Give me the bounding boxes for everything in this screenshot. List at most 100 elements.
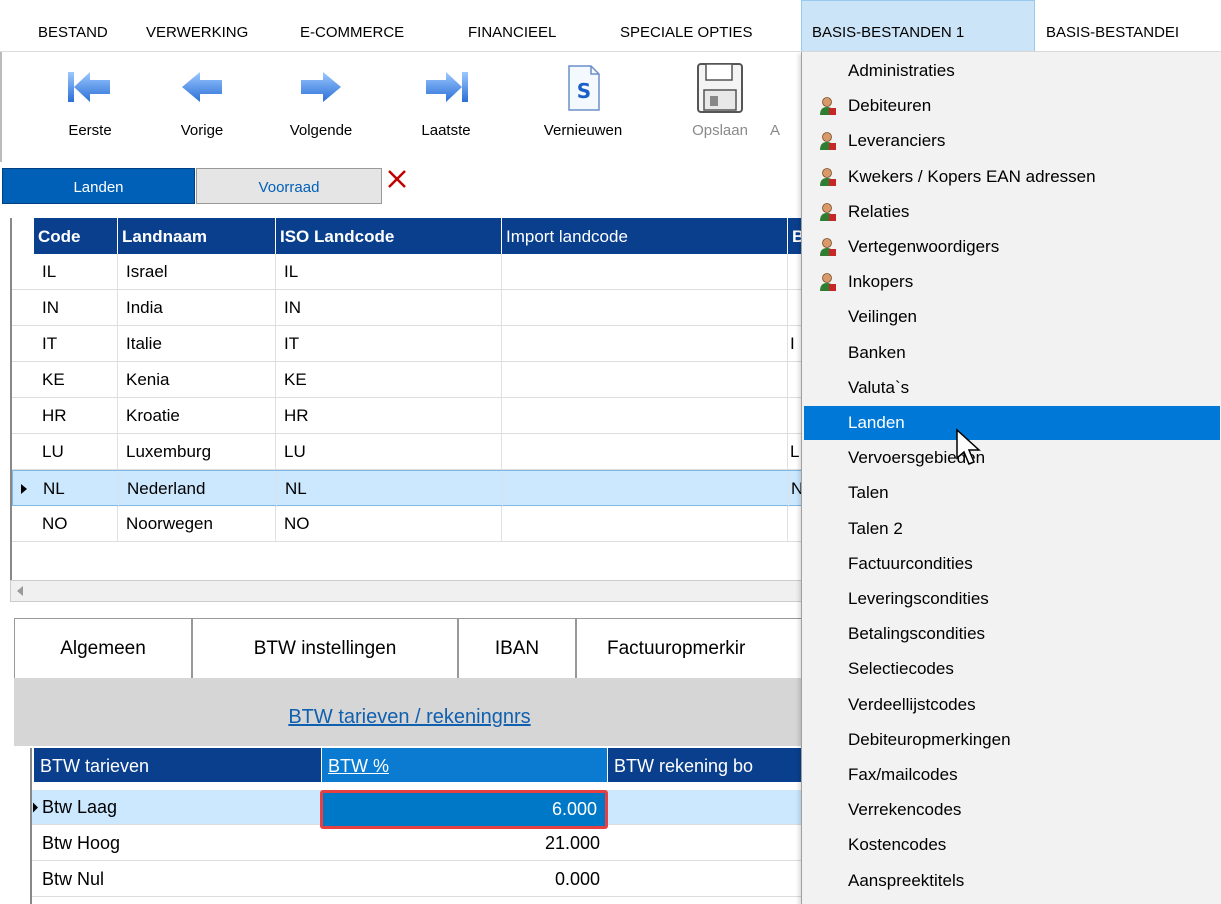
menu-item-vertegenwoordigers[interactable]: Vertegenwoordigers xyxy=(804,230,1220,264)
tab-iban[interactable]: IBAN xyxy=(458,619,576,679)
cell-iso[interactable]: IL xyxy=(276,254,502,290)
first-button[interactable]: Eerste xyxy=(50,60,130,140)
table-row[interactable]: Btw Hoog 21.000 xyxy=(32,826,807,861)
last-button[interactable]: Laatste xyxy=(398,60,494,140)
menu-item-debiteuren[interactable]: Debiteuren xyxy=(804,89,1220,123)
btw-tarieven-link[interactable]: BTW tarieven / rekeningnrs xyxy=(288,706,530,728)
cell-imp[interactable] xyxy=(502,290,788,326)
column-header-import[interactable]: Import landcode xyxy=(502,218,788,254)
cell-name[interactable]: Luxemburg xyxy=(118,434,276,470)
cell-code[interactable]: IT xyxy=(34,326,118,362)
btw-pct-input-focused[interactable]: 6.000 xyxy=(320,790,608,829)
menu-item-fax-mailcodes[interactable]: Fax/mailcodes xyxy=(804,758,1220,792)
menu-item-talen-2[interactable]: Talen 2 xyxy=(804,512,1220,546)
scroll-left-icon[interactable] xyxy=(15,585,25,597)
cell-iso[interactable]: NL xyxy=(277,471,503,507)
tab-landen[interactable]: Landen xyxy=(2,168,195,204)
btw-name-cell[interactable]: Btw Laag xyxy=(36,790,320,825)
menu-item-talen[interactable]: Talen xyxy=(804,476,1220,510)
tab-voorraad[interactable]: Voorraad xyxy=(196,168,382,204)
table-row[interactable]: NO Noorwegen NO xyxy=(12,506,807,542)
cell-iso[interactable]: NO xyxy=(276,506,502,542)
menu-item-selectiecodes[interactable]: Selectiecodes xyxy=(804,652,1220,686)
cell-iso[interactable]: IT xyxy=(276,326,502,362)
menu-item-kostencodes[interactable]: Kostencodes xyxy=(804,828,1220,862)
menu-financieel[interactable]: FINANCIEEL xyxy=(458,0,566,51)
btw-pct-cell[interactable]: 0.000 xyxy=(322,862,608,897)
hidden-toolbar-button[interactable]: A xyxy=(770,60,790,140)
menu-speciale-opties[interactable]: SPECIALE OPTIES xyxy=(610,0,763,51)
table-row[interactable]: Btw Nul 0.000 xyxy=(32,862,807,897)
cell-code[interactable]: NL xyxy=(35,471,119,507)
menu-item-kwekers-kopers-ean-adressen[interactable]: Kwekers / Kopers EAN adressen xyxy=(804,160,1220,194)
cell-imp[interactable] xyxy=(502,434,788,470)
menu-item-relaties[interactable]: Relaties xyxy=(804,195,1220,229)
cell-iso[interactable]: LU xyxy=(276,434,502,470)
cell-code[interactable]: HR xyxy=(34,398,118,434)
horizontal-scrollbar[interactable] xyxy=(10,580,805,602)
menu-item-administraties[interactable]: Administraties xyxy=(804,54,1220,88)
menu-e-commerce[interactable]: E-COMMERCE xyxy=(290,0,414,51)
table-row[interactable]: KE Kenia KE xyxy=(12,362,807,398)
cell-name[interactable]: Italie xyxy=(118,326,276,362)
btw-name-cell[interactable]: Btw Hoog xyxy=(36,826,320,861)
cell-name[interactable]: Kroatie xyxy=(118,398,276,434)
menu-item-inkopers[interactable]: Inkopers xyxy=(804,265,1220,299)
cell-iso[interactable]: KE xyxy=(276,362,502,398)
save-button[interactable]: Opslaan xyxy=(670,60,770,140)
menu-item-aanspreektitels[interactable]: Aanspreektitels xyxy=(804,864,1220,898)
btw-pct-cell[interactable]: 21.000 xyxy=(322,826,608,861)
cell-code[interactable]: IL xyxy=(34,254,118,290)
cell-imp[interactable] xyxy=(502,254,788,290)
menu-item-factuurcondities[interactable]: Factuurcondities xyxy=(804,547,1220,581)
cell-name[interactable]: India xyxy=(118,290,276,326)
menu-item-betalingscondities[interactable]: Betalingscondities xyxy=(804,617,1220,651)
refresh-button[interactable]: S Vernieuwen xyxy=(518,60,648,140)
tab-factuuropmerkingen[interactable]: Factuuropmerkir xyxy=(576,619,805,679)
cell-imp[interactable] xyxy=(502,506,788,542)
menu-item-leveringscondities[interactable]: Leveringscondities xyxy=(804,582,1220,616)
menu-verwerking[interactable]: VERWERKING xyxy=(136,0,258,51)
column-header-iso[interactable]: ISO Landcode xyxy=(276,218,502,254)
menu-item-banken[interactable]: Banken xyxy=(804,336,1220,370)
cell-imp[interactable] xyxy=(502,362,788,398)
menu-item-verdeellijstcodes[interactable]: Verdeellijstcodes xyxy=(804,688,1220,722)
cell-name[interactable]: Noorwegen xyxy=(118,506,276,542)
menu-basis-bestanden-2[interactable]: BASIS-BESTANDEI xyxy=(1036,0,1189,51)
cell-name[interactable]: Israel xyxy=(118,254,276,290)
cell-name[interactable]: Nederland xyxy=(119,471,277,507)
menu-item-verrekencodes[interactable]: Verrekencodes xyxy=(804,793,1220,827)
column-header-btw-pct[interactable]: BTW % xyxy=(322,748,608,782)
menu-basis-bestanden-1[interactable]: BASIS-BESTANDEN 1 xyxy=(801,0,1035,51)
menu-item-veilingen[interactable]: Veilingen xyxy=(804,300,1220,334)
btw-name-cell[interactable]: Btw Nul xyxy=(36,862,320,897)
cell-name[interactable]: Kenia xyxy=(118,362,276,398)
close-icon[interactable] xyxy=(384,166,410,192)
column-header-landnaam[interactable]: Landnaam xyxy=(118,218,276,254)
column-header-btw-tarieven[interactable]: BTW tarieven xyxy=(34,748,322,782)
cell-code[interactable]: NO xyxy=(34,506,118,542)
cell-code[interactable]: KE xyxy=(34,362,118,398)
column-header-code[interactable]: Code xyxy=(34,218,118,254)
table-row[interactable]: IN India IN xyxy=(12,290,807,326)
menu-item-valuta-s[interactable]: Valuta`s xyxy=(804,371,1220,405)
tab-algemeen[interactable]: Algemeen xyxy=(14,619,192,679)
table-row[interactable]: LU Luxemburg LU L xyxy=(12,434,807,470)
cell-imp[interactable] xyxy=(502,326,788,362)
menu-item-landen[interactable]: Landen xyxy=(804,406,1220,440)
cell-iso[interactable]: HR xyxy=(276,398,502,434)
menu-bestand[interactable]: BESTAND xyxy=(28,0,118,51)
cell-code[interactable]: IN xyxy=(34,290,118,326)
cell-imp[interactable] xyxy=(502,398,788,434)
next-button[interactable]: Volgende xyxy=(266,60,376,140)
table-row[interactable]: IT Italie IT I xyxy=(12,326,807,362)
menu-item-leveranciers[interactable]: Leveranciers xyxy=(804,124,1220,158)
table-row[interactable]: IL Israel IL xyxy=(12,254,807,290)
prev-button[interactable]: Vorige xyxy=(162,60,242,140)
menu-item-debiteuropmerkingen[interactable]: Debiteuropmerkingen xyxy=(804,723,1220,757)
menu-item-vervoersgebieden[interactable]: Vervoersgebieden xyxy=(804,441,1220,475)
table-row[interactable]: NL Nederland NL N xyxy=(12,470,808,507)
cell-imp[interactable] xyxy=(503,471,789,507)
column-header-btw-rekening[interactable]: BTW rekening bo xyxy=(608,748,807,782)
tab-btw-instellingen[interactable]: BTW instellingen xyxy=(192,619,458,679)
